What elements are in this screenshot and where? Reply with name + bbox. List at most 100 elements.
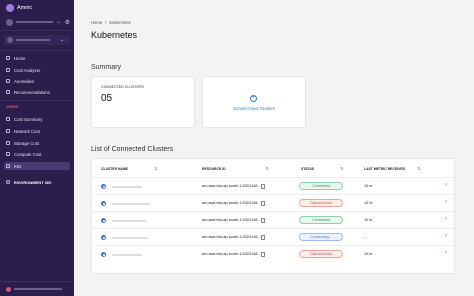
sidebar-divider — [0, 281, 74, 282]
cluster-icon — [101, 184, 106, 189]
k8s-icon — [6, 164, 10, 168]
table-row[interactable]: arn:aws:eks:ap-south-1:9324148... Connec… — [92, 211, 456, 228]
gear-icon[interactable]: ⚙ — [65, 19, 70, 26]
summary-title: Summary — [91, 64, 121, 71]
views-section-heading: VIEWS — [6, 105, 19, 109]
table-row[interactable]: arn:aws:eks:ap-south-1:9324148... Discon… — [92, 194, 456, 211]
status-text: Disconnected — [310, 252, 332, 256]
network-icon — [6, 129, 10, 133]
main-content: Home / Kubernetes Kubernetes Summary CON… — [74, 0, 474, 296]
sidebar-item-network-cost[interactable]: Network Cost — [4, 127, 70, 135]
connect-new-clusters-card[interactable]: + Connect New Clusters — [202, 76, 306, 128]
sidebar-item-label: ENVIRONMENT 360 — [14, 179, 52, 185]
last-metric: 10 hr — [364, 184, 373, 188]
chevron-right-icon[interactable]: › — [445, 182, 447, 188]
column-header-status[interactable]: STATUS ⇅ — [301, 166, 343, 171]
user-name-placeholder — [14, 288, 62, 290]
table-row[interactable]: arn:aws:eks:ap-south-1:9324148... Connec… — [92, 228, 456, 245]
cluster-icon — [101, 235, 106, 240]
cluster-icon — [101, 218, 106, 223]
column-header-label: CLUSTER NAME — [101, 166, 128, 171]
sidebar-item-label: Storage Cost — [14, 140, 40, 146]
sidebar-item-anomalies[interactable]: Anomalies — [4, 77, 70, 85]
sidebar-item-environment-360[interactable]: ENVIRONMENT 360 — [4, 178, 70, 186]
chevron-right-icon[interactable]: › — [445, 233, 447, 239]
resource-id: arn:aws:eks:ap-south-1:9324148... — [202, 235, 261, 239]
column-header-label: LAST METRIC RECEIVED — [364, 166, 406, 171]
table-row[interactable]: arn:aws:eks:ap-south-1:9324148... Discon… — [92, 245, 456, 262]
column-header-last-metric[interactable]: LAST METRIC RECEIVED ⇅ — [364, 166, 420, 171]
resource-id: arn:aws:eks:ap-south-1:9324148... — [202, 184, 261, 188]
connected-clusters-label: CONNECTED CLUSTERS — [101, 85, 144, 89]
sidebar-item-label: Cost Summary — [14, 116, 43, 122]
workspace-avatar — [6, 18, 13, 26]
sidebar-item-k8s[interactable]: K8s — [4, 162, 70, 170]
org-name-placeholder — [16, 39, 50, 41]
cluster-name-placeholder — [112, 220, 146, 222]
last-metric: -- — [364, 235, 367, 239]
sidebar-item-label: Home — [14, 55, 26, 61]
cluster-name-placeholder — [112, 203, 150, 205]
sidebar-item-label: Compute Cost — [14, 151, 42, 157]
sidebar-item-storage-cost[interactable]: Storage Cost — [4, 139, 70, 147]
cluster-name-placeholder — [112, 254, 142, 256]
cluster-icon — [101, 252, 106, 257]
chart-icon — [6, 68, 10, 72]
copy-icon[interactable] — [261, 201, 265, 206]
sidebar-item-cost-summary[interactable]: Cost Summary — [4, 115, 70, 123]
home-icon — [6, 56, 10, 60]
sidebar-item-cost-analyzer[interactable]: Cost Analyzer — [4, 66, 70, 74]
copy-icon[interactable] — [261, 218, 265, 223]
sort-icon[interactable]: ⇅ — [154, 166, 157, 171]
copy-icon[interactable] — [261, 252, 265, 257]
sidebar-item-label: Recommendations — [14, 89, 50, 95]
sidebar-item-label: Network Cost — [14, 128, 40, 134]
copy-icon[interactable] — [261, 235, 265, 240]
sidebar-item-label: K8s — [14, 163, 22, 169]
workspace-selector[interactable]: ⌄ ⚙ — [6, 18, 70, 26]
summary-icon — [6, 117, 10, 121]
sort-icon[interactable]: ⇅ — [340, 166, 343, 171]
clusters-table: CLUSTER NAME ⇅ RESOURCE ID ⇅ STATUS ⇅ LA… — [91, 158, 456, 274]
sidebar-divider — [0, 100, 74, 101]
sidebar-item-label: Anomalies — [14, 78, 35, 84]
alert-icon — [6, 79, 10, 83]
status-text: Connected — [312, 184, 330, 188]
column-header-cluster-name[interactable]: CLUSTER NAME ⇅ — [101, 166, 157, 171]
sort-icon[interactable]: ⇅ — [417, 166, 420, 171]
workspace-name-placeholder — [15, 21, 54, 23]
chevron-right-icon[interactable]: › — [445, 199, 447, 205]
brand[interactable]: Amnic — [6, 4, 32, 12]
chevron-down-icon: ⌄ — [60, 37, 65, 43]
resource-id: arn:aws:eks:ap-south-1:9324148... — [202, 218, 261, 222]
table-row[interactable]: arn:aws:eks:ap-south-1:9324148... Connec… — [92, 177, 456, 194]
status-text: Disconnected — [310, 201, 332, 205]
breadcrumb-home[interactable]: Home — [91, 20, 102, 25]
user-profile[interactable] — [6, 286, 70, 292]
copy-icon[interactable] — [261, 184, 265, 189]
status-badge: Connecting... — [299, 233, 343, 241]
last-metric: 10 hr — [364, 252, 373, 256]
chevron-down-icon[interactable]: ⌄ — [56, 19, 60, 25]
column-header-resource-id[interactable]: RESOURCE ID ⇅ — [202, 166, 269, 171]
sidebar-item-compute-cost[interactable]: Compute Cost — [4, 150, 70, 158]
chevron-right-icon[interactable]: › — [445, 250, 447, 256]
cluster-icon — [101, 201, 106, 206]
sidebar-item-home[interactable]: Home — [4, 54, 70, 62]
bulb-icon — [6, 90, 10, 94]
connect-new-clusters-label[interactable]: Connect New Clusters — [203, 106, 305, 111]
breadcrumb-current: Kubernetes — [109, 20, 131, 25]
connected-clusters-value: 05 — [101, 93, 113, 104]
status-badge: Disconnected — [299, 199, 343, 207]
column-header-label: STATUS — [301, 166, 315, 171]
sidebar: Amnic ⌄ ⚙ ⌄ Home Cost Analyzer Anomalies… — [0, 0, 74, 296]
sort-icon[interactable]: ⇅ — [266, 166, 269, 171]
last-metric: 10 hr — [364, 201, 373, 205]
chevron-right-icon[interactable]: › — [445, 216, 447, 222]
org-selector[interactable]: ⌄ — [4, 35, 70, 45]
cluster-name-placeholder — [112, 237, 148, 239]
status-badge: Disconnected — [299, 250, 343, 258]
avatar — [6, 286, 11, 292]
sidebar-item-recommendations[interactable]: Recommendations — [4, 88, 70, 96]
column-header-label: RESOURCE ID — [202, 166, 226, 171]
